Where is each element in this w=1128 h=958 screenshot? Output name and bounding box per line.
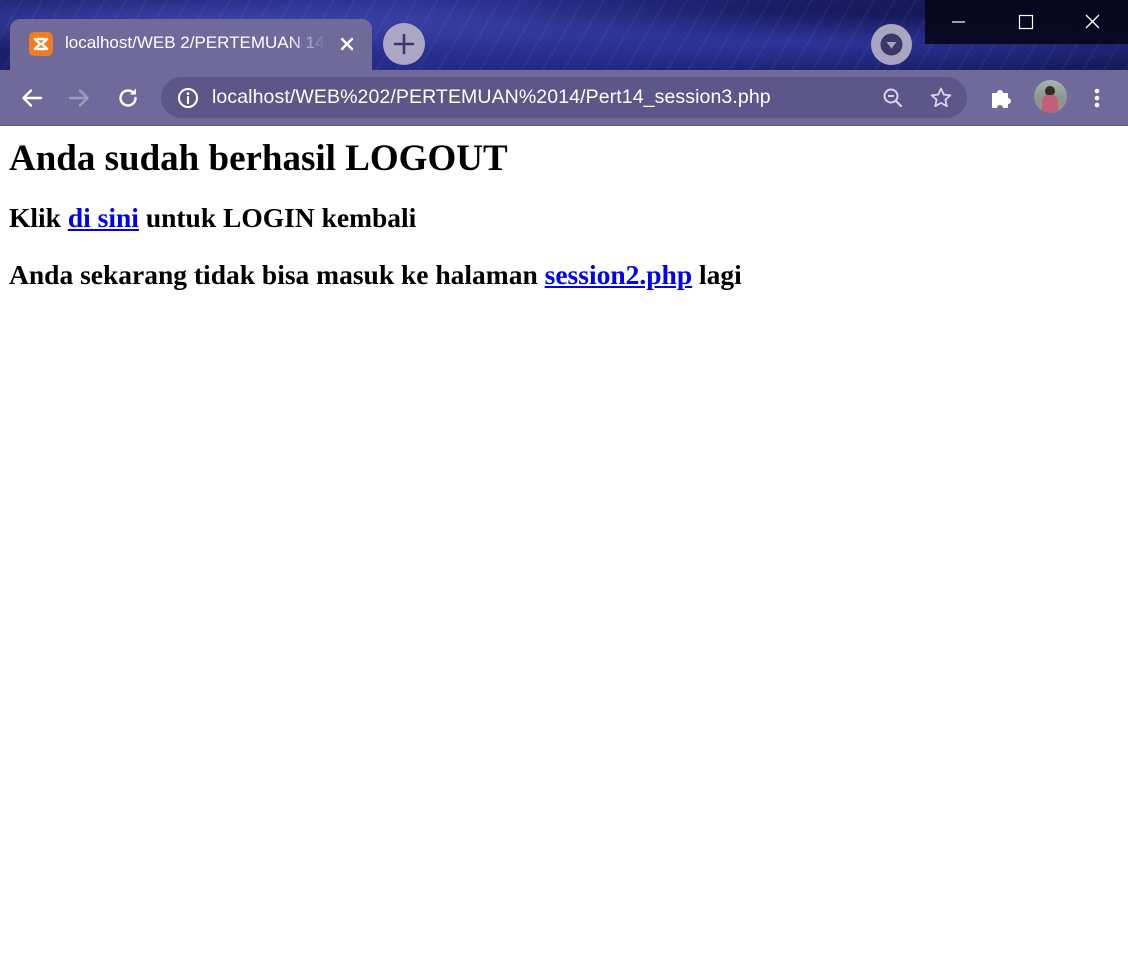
xampp-icon (29, 32, 53, 56)
message-text: Anda sekarang tidak bisa masuk ke halama… (9, 259, 545, 290)
plus-icon (393, 33, 415, 55)
forward-arrow-icon (68, 89, 89, 107)
message-text: Klik (9, 202, 68, 233)
browser-title-bar: localhost/WEB 2/PERTEMUAN 14/Pert14_sess… (0, 0, 1128, 70)
puzzle-icon (992, 90, 1011, 108)
star-icon[interactable] (928, 85, 954, 111)
message-text: untuk LOGIN kembali (138, 202, 417, 233)
info-icon[interactable] (176, 86, 200, 110)
zoom-out-icon[interactable] (881, 86, 905, 110)
maximize-icon (1018, 14, 1034, 30)
menu-button[interactable] (1080, 81, 1114, 115)
login-again-message: Klik di sini untuk LOGIN kembali (9, 202, 1119, 234)
url-text[interactable]: localhost/WEB%202/PERTEMUAN%2014/Pert14_… (212, 86, 771, 110)
tab-search-button[interactable] (871, 24, 912, 65)
login-link[interactable]: di sini (68, 202, 139, 233)
message-text: lagi (692, 259, 742, 290)
back-button[interactable] (15, 81, 49, 115)
window-controls (925, 0, 1128, 44)
kebab-menu-icon (1094, 88, 1100, 108)
close-icon[interactable] (336, 33, 358, 55)
tab-title: localhost/WEB 2/PERTEMUAN 14/Pert14_sess… (65, 33, 327, 52)
page-title: Anda sudah berhasil LOGOUT (9, 138, 508, 179)
close-window-button[interactable] (1059, 0, 1126, 44)
new-tab-button[interactable] (383, 23, 425, 65)
address-bar[interactable]: localhost/WEB%202/PERTEMUAN%2014/Pert14_… (161, 77, 967, 118)
avatar[interactable] (1034, 80, 1067, 113)
minimize-icon (952, 21, 965, 23)
session-info-message: Anda sekarang tidak bisa masuk ke halama… (9, 259, 1119, 291)
page-content: Anda sudah berhasil LOGOUT Klik di sini … (9, 125, 1119, 291)
reload-button[interactable] (111, 81, 145, 115)
browser-toolbar: localhost/WEB%202/PERTEMUAN%2014/Pert14_… (0, 70, 1128, 126)
minimize-button[interactable] (925, 0, 992, 44)
back-arrow-icon (22, 89, 43, 107)
chevron-down-icon (880, 33, 903, 56)
reload-icon (119, 88, 137, 107)
session2-link[interactable]: session2.php (545, 259, 693, 290)
extensions-button[interactable] (984, 81, 1018, 115)
close-icon (1085, 14, 1100, 29)
browser-tab[interactable]: localhost/WEB 2/PERTEMUAN 14/Pert14_sess… (10, 19, 372, 70)
maximize-button[interactable] (992, 0, 1059, 44)
forward-button[interactable] (62, 81, 96, 115)
